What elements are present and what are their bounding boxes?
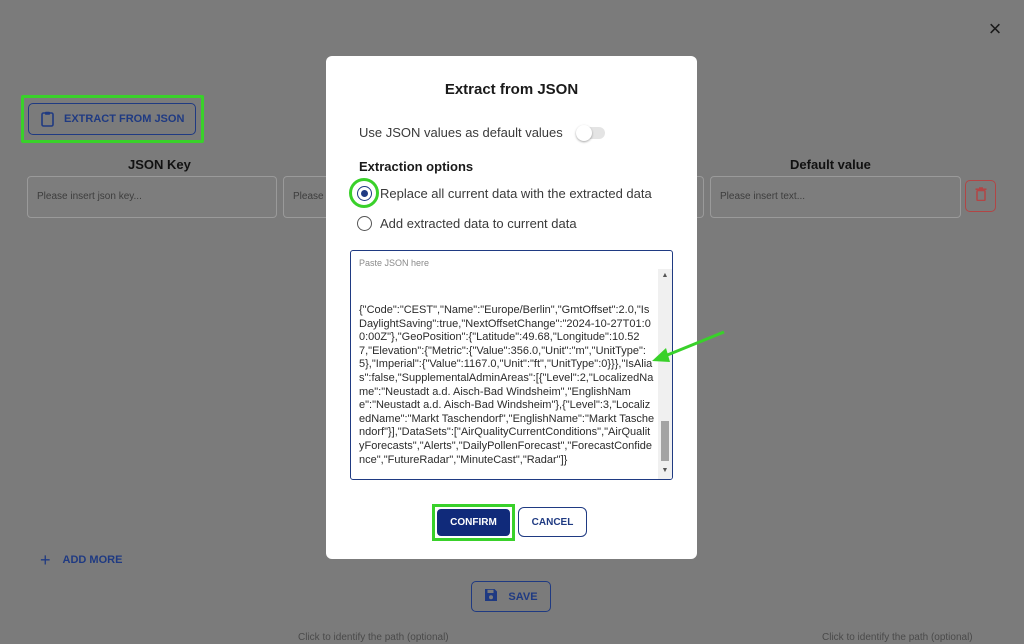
save-label: SAVE xyxy=(508,590,538,603)
delete-row-button[interactable] xyxy=(965,180,996,212)
json-key-input[interactable]: Please insert json key... xyxy=(27,176,277,218)
option-add-extracted-label: Add extracted data to current data xyxy=(380,216,577,231)
json-key-column-header: JSON Key xyxy=(128,157,191,172)
extraction-options-label: Extraction options xyxy=(359,159,474,174)
json-textarea-content: {"Code":"CEST","Name":"Europe/Berlin","G… xyxy=(359,304,655,466)
path-hint-left: Click to identify the path (optional) xyxy=(298,632,449,643)
toggle-knob xyxy=(575,124,592,141)
json-textarea-label: Paste JSON here xyxy=(359,258,430,268)
option-add-extracted[interactable]: Add extracted data to current data xyxy=(357,216,577,231)
extract-button-highlight: EXTRACT FROM JSON xyxy=(21,95,204,143)
add-more-label: ADD MORE xyxy=(62,554,123,566)
default-value-input[interactable]: Please insert text... xyxy=(710,176,961,218)
option-replace-all-label: Replace all current data with the extrac… xyxy=(380,186,652,201)
json-textarea[interactable]: Paste JSON here {"Code":"CEST","Name":"E… xyxy=(350,250,673,480)
close-icon[interactable]: × xyxy=(984,18,1006,40)
plus-icon: + xyxy=(40,550,51,570)
radio-add-extracted[interactable] xyxy=(357,216,372,231)
confirm-button-highlight: CONFIRM xyxy=(432,504,515,541)
path-hint-right: Click to identify the path (optional) xyxy=(822,632,973,643)
scroll-up-icon[interactable]: ▲ xyxy=(660,272,670,280)
add-more-button[interactable]: + ADD MORE xyxy=(40,550,123,570)
extract-from-json-label: EXTRACT FROM JSON xyxy=(64,113,185,125)
json-scrollbar[interactable]: ▲ ▼ xyxy=(658,269,672,479)
cancel-button[interactable]: CANCEL xyxy=(518,507,587,537)
default-values-toggle-row: Use JSON values as default values xyxy=(359,124,605,141)
clipboard-icon xyxy=(41,111,54,127)
radio-replace-all[interactable] xyxy=(357,186,372,201)
default-values-toggle[interactable] xyxy=(575,124,605,141)
option-replace-all[interactable]: Replace all current data with the extrac… xyxy=(349,178,652,208)
extract-from-json-button[interactable]: EXTRACT FROM JSON xyxy=(28,103,196,135)
default-value-column-header: Default value xyxy=(790,157,871,172)
trash-icon xyxy=(975,186,987,206)
save-button[interactable]: SAVE xyxy=(471,581,551,612)
scroll-down-icon[interactable]: ▼ xyxy=(660,467,670,475)
scroll-thumb[interactable] xyxy=(661,421,669,461)
annotation-arrow-icon xyxy=(652,330,725,362)
toggle-label: Use JSON values as default values xyxy=(359,125,563,140)
modal-title: Extract from JSON xyxy=(444,81,579,98)
extract-json-modal: Extract from JSON Use JSON values as def… xyxy=(326,56,697,559)
floppy-disk-icon xyxy=(484,588,498,605)
confirm-button[interactable]: CONFIRM xyxy=(437,509,510,536)
